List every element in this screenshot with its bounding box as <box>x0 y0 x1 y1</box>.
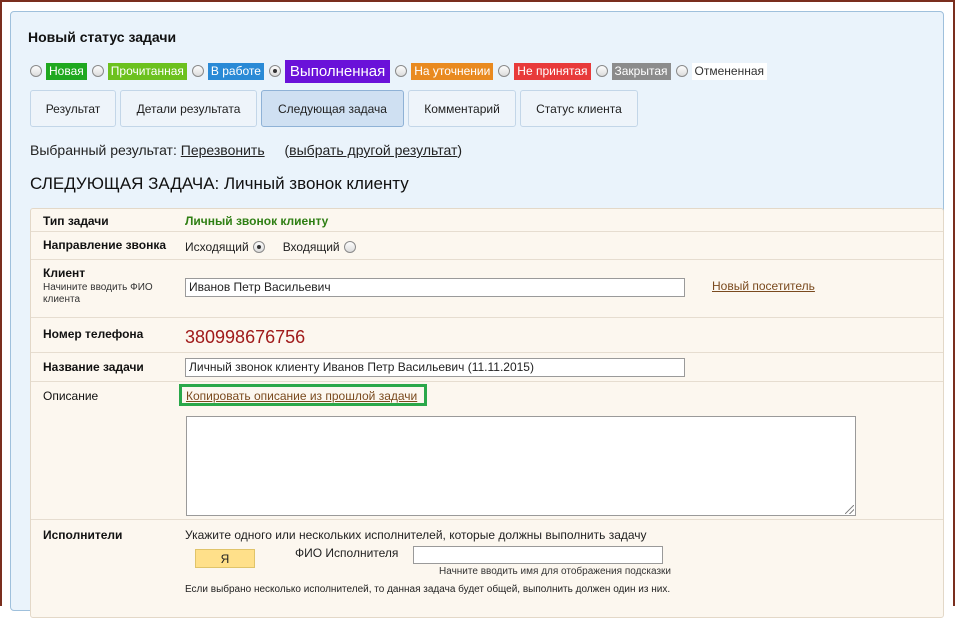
direction-options: Исходящий Входящий <box>185 240 360 254</box>
status-radio-closed[interactable] <box>595 65 608 77</box>
status-radio-completed[interactable] <box>268 65 281 77</box>
next-task-form: Тип задачи Личный звонок клиенту Направл… <box>30 208 944 618</box>
status-radio-in-progress[interactable] <box>191 65 204 77</box>
tab-client-status[interactable]: Статус клиента <box>520 90 638 127</box>
section-title: СЛЕДУЮЩАЯ ЗАДАЧА: Личный звонок клиенту <box>30 174 409 193</box>
client-label: Клиент <box>43 266 86 280</box>
task-name-input[interactable]: Личный звонок клиенту Иванов Петр Василь… <box>185 358 685 377</box>
row-phone: Номер телефона 380998676756 <box>31 318 943 353</box>
client-label-block: Клиент Начините вводить ФИО клиента <box>43 266 173 306</box>
status-options: Новая Прочитанная В работе Выполненная Н… <box>30 59 772 83</box>
task-type-value: Личный звонок клиенту <box>185 214 329 228</box>
direction-incoming-label: Входящий <box>282 240 340 254</box>
tab-next-task[interactable]: Следующая задача <box>261 90 404 127</box>
tab-comment[interactable]: Комментарий <box>408 90 516 127</box>
direction-incoming-radio[interactable] <box>343 241 356 253</box>
selected-result-link[interactable]: Перезвонить <box>181 142 265 158</box>
tab-bar: Результат Детали результата Следующая за… <box>30 90 642 128</box>
panel-title: Новый статус задачи <box>28 29 177 45</box>
executors-note: Если выбрано несколько исполнителей, то … <box>185 584 671 595</box>
change-result-link[interactable]: выбрать другой результат <box>289 142 457 158</box>
task-type-label: Тип задачи <box>43 214 109 228</box>
direction-outgoing-label: Исходящий <box>185 240 249 254</box>
selected-result-line: Выбранный результат: Перезвонить (выбрат… <box>30 142 462 158</box>
executor-name-label: ФИО Исполнителя <box>295 546 399 560</box>
row-task-name: Название задачи Личный звонок клиенту Ив… <box>31 353 943 382</box>
executor-name-hint: Начните вводить имя для отображения подс… <box>439 566 672 577</box>
resize-grip-icon[interactable] <box>845 505 854 514</box>
direction-outgoing-radio[interactable] <box>252 241 265 253</box>
status-panel: Новый статус задачи Новая Прочитанная В … <box>10 11 944 618</box>
phone-value: 380998676756 <box>185 327 306 347</box>
selected-result-prefix: Выбранный результат: <box>30 142 177 158</box>
task-name-label: Название задачи <box>43 360 144 374</box>
executors-label: Исполнители <box>43 528 123 542</box>
status-badge-in-progress[interactable]: В работе <box>207 62 264 80</box>
status-badge-new[interactable]: Новая <box>46 62 87 80</box>
phone-label: Номер телефона <box>43 327 144 341</box>
status-radio-read[interactable] <box>91 65 104 77</box>
executor-name-input[interactable] <box>413 546 663 564</box>
description-textarea[interactable] <box>186 416 856 516</box>
tab-result-details[interactable]: Детали результата <box>120 90 257 127</box>
status-badge-completed[interactable]: Выполненная <box>284 59 391 83</box>
row-executors: Исполнители Укажите одного или нескольки… <box>31 520 943 619</box>
client-hint: Начините вводить ФИО клиента <box>43 282 153 305</box>
status-badge-read[interactable]: Прочитанная <box>107 62 187 80</box>
status-badge-closed[interactable]: Закрытая <box>611 62 671 80</box>
client-input[interactable]: Иванов Петр Васильевич <box>185 278 685 297</box>
executors-hint: Укажите одного или нескольких исполнител… <box>185 528 647 542</box>
status-radio-cancelled[interactable] <box>675 65 688 77</box>
status-badge-clarification[interactable]: На уточнении <box>411 62 494 80</box>
row-call-direction: Направление звонка Исходящий Входящий <box>31 232 943 260</box>
row-client: Клиент Начините вводить ФИО клиента Иван… <box>31 260 943 318</box>
status-badge-not-accepted[interactable]: Не принятая <box>514 62 591 80</box>
status-radio-clarification[interactable] <box>395 65 408 77</box>
assign-me-button[interactable]: Я <box>195 549 255 568</box>
status-radio-not-accepted[interactable] <box>498 65 511 77</box>
status-radio-new[interactable] <box>30 65 42 77</box>
description-label: Описание <box>43 389 99 403</box>
copy-description-link[interactable]: Копировать описание из прошлой задачи <box>186 389 417 403</box>
row-task-type: Тип задачи Личный звонок клиенту <box>31 209 943 232</box>
tab-result[interactable]: Результат <box>30 90 116 127</box>
status-badge-cancelled[interactable]: Отмененная <box>691 62 767 80</box>
new-visitor-link[interactable]: Новый посетитель <box>712 279 815 293</box>
change-result-close: ) <box>457 142 463 158</box>
direction-label: Направление звонка <box>43 238 167 252</box>
